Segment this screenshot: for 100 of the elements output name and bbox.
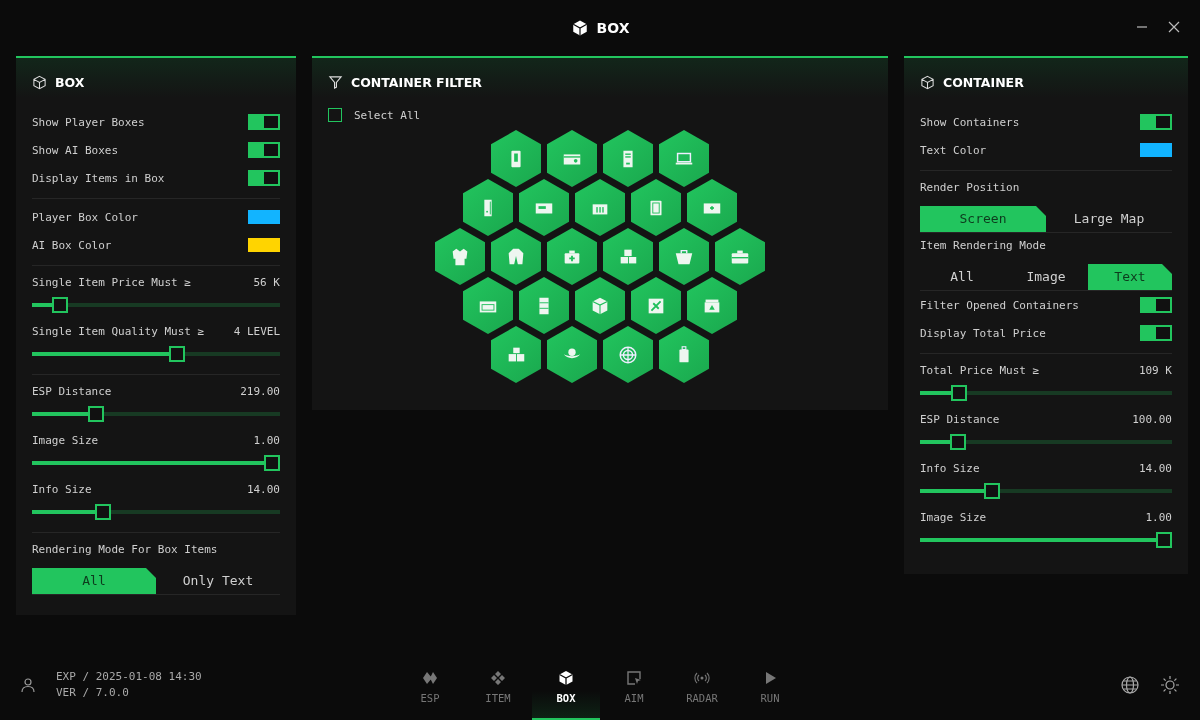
container-hex[interactable] xyxy=(547,326,597,383)
container-hex[interactable] xyxy=(659,130,709,187)
setting-label: Info Size xyxy=(920,462,980,475)
container-hex[interactable] xyxy=(659,228,709,285)
setting-label: Single Item Price Must ≥ xyxy=(32,276,191,289)
toggle-switch[interactable] xyxy=(1140,114,1172,130)
setting-label: Total Price Must ≥ xyxy=(920,364,1040,377)
nav-tab[interactable]: ITEM xyxy=(464,650,532,720)
nav-tab[interactable]: ESP xyxy=(396,650,464,720)
toggle-switch[interactable] xyxy=(248,142,280,158)
container-hex[interactable] xyxy=(435,228,485,285)
panel-title: BOX xyxy=(55,74,85,90)
nav-tab[interactable]: RUN xyxy=(736,650,804,720)
segment-option[interactable]: Text xyxy=(1088,264,1172,290)
setting-label: Info Size xyxy=(32,483,92,496)
panel-title: CONTAINER xyxy=(943,74,1024,90)
select-all-label: Select All xyxy=(354,108,421,122)
container-hex[interactable] xyxy=(575,277,625,334)
cube-icon xyxy=(32,74,47,90)
sun-icon[interactable] xyxy=(1160,675,1180,695)
slider-thumb[interactable] xyxy=(168,346,185,362)
segment-option[interactable]: Only Text xyxy=(156,568,280,594)
container-hex[interactable] xyxy=(603,130,653,187)
container-hex[interactable] xyxy=(519,277,569,334)
setting-label: Single Item Quality Must ≥ xyxy=(32,325,205,338)
setting-label: Image Size xyxy=(920,511,987,524)
container-hex[interactable] xyxy=(631,179,681,236)
diamonds-icon xyxy=(422,670,438,686)
segment-option[interactable]: All xyxy=(32,568,156,594)
setting-label: ESP Distance xyxy=(920,413,1000,426)
setting-label: AI Box Color xyxy=(32,238,112,252)
container-hex[interactable] xyxy=(659,326,709,383)
user-icon[interactable] xyxy=(20,677,36,693)
slider-thumb[interactable] xyxy=(51,297,68,313)
setting-value: 1.00 xyxy=(253,434,280,447)
container-hex[interactable] xyxy=(603,326,653,383)
container-hex[interactable] xyxy=(463,179,513,236)
setting-value: 14.00 xyxy=(1138,462,1172,475)
container-hex[interactable] xyxy=(603,228,653,285)
color-swatch[interactable] xyxy=(248,210,280,224)
slider-thumb[interactable] xyxy=(949,434,966,450)
close-icon[interactable] xyxy=(1168,21,1180,33)
signal-icon xyxy=(694,670,710,686)
container-hex[interactable] xyxy=(463,277,513,334)
toggle-switch[interactable] xyxy=(1140,297,1172,313)
container-hex[interactable] xyxy=(575,179,625,236)
container-hex[interactable] xyxy=(491,228,541,285)
setting-value: 109 K xyxy=(1138,364,1172,377)
select-all-checkbox[interactable] xyxy=(328,108,342,122)
container-hex[interactable] xyxy=(687,179,737,236)
segment-option[interactable]: Screen xyxy=(920,206,1046,232)
setting-value: 4 LEVEL xyxy=(233,325,280,338)
container-hex[interactable] xyxy=(547,130,597,187)
cube-icon xyxy=(558,670,574,686)
expiry-text: EXP / 2025-01-08 14:30 xyxy=(56,669,202,685)
container-hex[interactable] xyxy=(631,277,681,334)
setting-label: Display Items in Box xyxy=(32,171,165,185)
setting-label: Image Size xyxy=(32,434,99,447)
setting-label: ESP Distance xyxy=(32,385,112,398)
setting-label: Filter Opened Containers xyxy=(920,298,1079,312)
setting-label: Text Color xyxy=(920,143,987,157)
setting-label: Render Position xyxy=(920,181,1021,194)
segment-option[interactable]: All xyxy=(920,264,1004,290)
panel-title: CONTAINER FILTER xyxy=(351,74,482,90)
setting-label: Player Box Color xyxy=(32,210,138,224)
version-text: VER / 7.0.0 xyxy=(56,685,130,701)
container-hex[interactable] xyxy=(519,179,569,236)
toggle-switch[interactable] xyxy=(248,170,280,186)
slider-thumb[interactable] xyxy=(87,406,104,422)
setting-value: 14.00 xyxy=(246,483,280,496)
cube-icon xyxy=(920,74,935,90)
container-hex[interactable] xyxy=(715,228,765,285)
toggle-switch[interactable] xyxy=(1140,325,1172,341)
segment-option[interactable]: Image xyxy=(1004,264,1088,290)
setting-label: Show Containers xyxy=(920,115,1020,129)
nav-tab[interactable]: RADAR xyxy=(668,650,736,720)
setting-label: Show AI Boxes xyxy=(32,143,119,157)
container-hex[interactable] xyxy=(491,326,541,383)
globe-icon[interactable] xyxy=(1120,675,1140,695)
setting-label: Rendering Mode For Box Items xyxy=(32,543,219,556)
toggle-switch[interactable] xyxy=(248,114,280,130)
cube-icon xyxy=(570,19,589,37)
color-swatch[interactable] xyxy=(1140,143,1172,157)
color-swatch[interactable] xyxy=(248,238,280,252)
setting-label: Show Player Boxes xyxy=(32,115,145,129)
setting-label: Item Rendering Mode xyxy=(920,239,1047,252)
slider-thumb[interactable] xyxy=(950,385,967,401)
container-hex[interactable] xyxy=(687,277,737,334)
setting-value: 100.00 xyxy=(1132,413,1172,426)
setting-label: Display Total Price xyxy=(920,326,1046,340)
window-title: BOX xyxy=(596,20,630,36)
slider-thumb[interactable] xyxy=(94,504,111,520)
nav-tab[interactable]: AIM xyxy=(600,650,668,720)
container-hex[interactable] xyxy=(491,130,541,187)
segment-option[interactable]: Large Map xyxy=(1046,206,1172,232)
slider-thumb[interactable] xyxy=(983,483,1000,499)
slider-thumb[interactable] xyxy=(1156,532,1172,548)
slider-thumb[interactable] xyxy=(264,455,280,471)
container-hex[interactable] xyxy=(547,228,597,285)
funnel-icon xyxy=(328,74,343,90)
